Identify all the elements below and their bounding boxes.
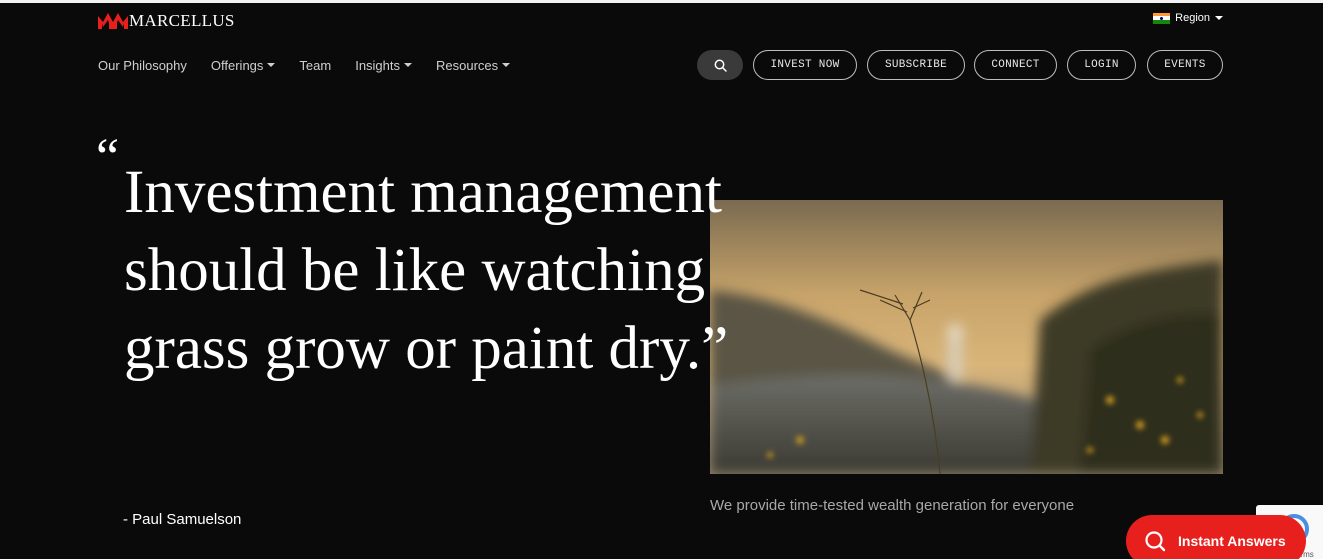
chevron-down-icon xyxy=(267,63,276,67)
nav-team[interactable]: Team xyxy=(299,58,331,73)
nav-our-philosophy[interactable]: Our Philosophy xyxy=(98,58,187,73)
quote-author: - Paul Samuelson xyxy=(123,511,242,528)
nav-insights[interactable]: Insights xyxy=(355,57,413,73)
search-icon xyxy=(714,59,727,72)
logo-mark-icon xyxy=(98,13,128,29)
nav-offerings[interactable]: Offerings xyxy=(211,58,276,73)
main-nav: Our Philosophy Offerings Team Insights R… xyxy=(98,56,534,74)
india-flag-icon xyxy=(1153,12,1171,24)
chevron-down-icon xyxy=(404,63,413,67)
chevron-down-icon xyxy=(1215,16,1223,20)
top-border xyxy=(0,0,1323,3)
instant-answers-label: Instant Answers xyxy=(1178,533,1286,549)
nav-label: Our Philosophy xyxy=(98,57,187,73)
open-quote-mark: “ xyxy=(96,129,120,186)
nav-label: Insights xyxy=(355,57,401,73)
events-button[interactable]: EVENTS xyxy=(1147,50,1223,80)
nav-label: Team xyxy=(299,57,332,73)
search-button[interactable] xyxy=(697,50,743,80)
nav-label: Offerings xyxy=(210,57,264,73)
login-button[interactable]: LOGIN xyxy=(1067,50,1136,80)
hero-quote: Investment management should be like wat… xyxy=(124,159,729,382)
marcellus-logo[interactable]: MARCELLUS xyxy=(98,11,235,31)
subscribe-button[interactable]: SUBSCRIBE xyxy=(867,50,965,80)
chevron-down-icon xyxy=(502,63,511,67)
hero-caption: We provide time-tested wealth generation… xyxy=(710,497,1075,514)
brand-name: MARCELLUS xyxy=(129,11,235,30)
connect-button[interactable]: CONNECT xyxy=(974,50,1057,80)
instant-answers-button[interactable]: Instant Answers xyxy=(1126,515,1306,559)
nav-label: Resources xyxy=(436,57,499,73)
region-label: Region xyxy=(1175,12,1210,24)
search-icon xyxy=(1145,531,1166,552)
region-selector[interactable]: Region xyxy=(1153,12,1223,24)
nav-resources[interactable]: Resources xyxy=(436,57,511,73)
invest-now-button[interactable]: INVEST NOW xyxy=(753,50,857,80)
